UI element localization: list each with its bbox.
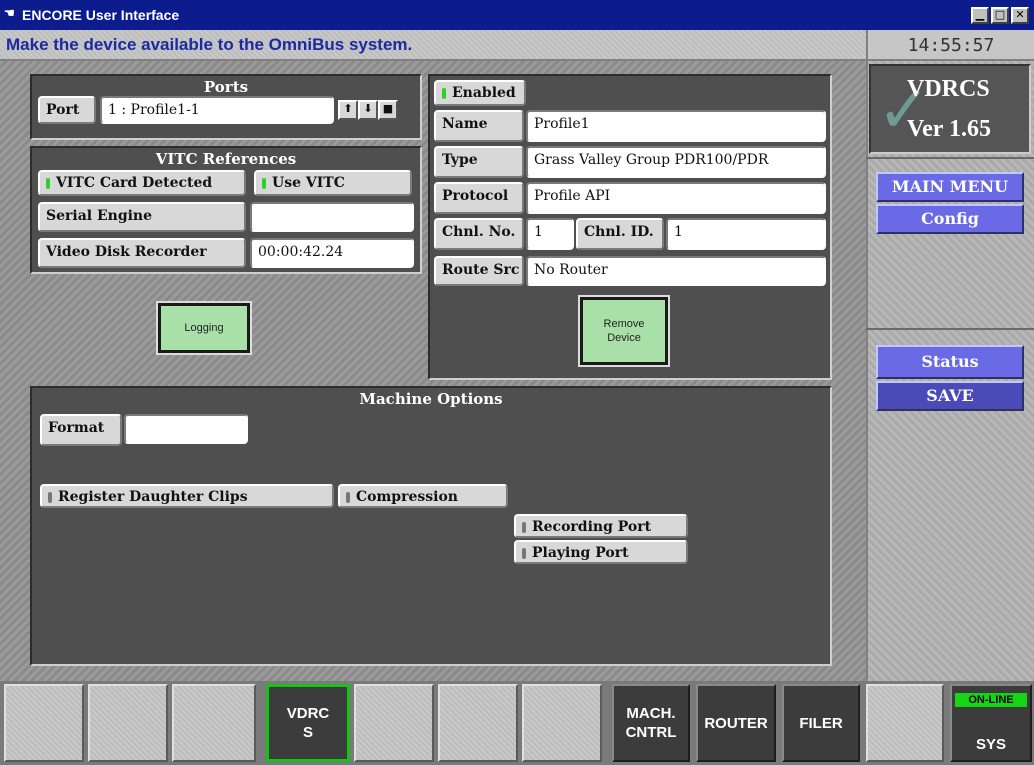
remove-device-button[interactable]: Remove Device — [578, 295, 670, 367]
online-status-badge: ON-LINE — [955, 693, 1027, 707]
type-field[interactable]: Grass Valley Group PDR100/PDR — [526, 146, 826, 178]
name-field[interactable]: Profile1 — [526, 110, 826, 142]
register-daughter-clips-toggle[interactable]: Register Daughter Clips — [40, 484, 334, 508]
maximize-icon[interactable]: □ — [991, 7, 1009, 24]
vdr-timecode-field[interactable]: 00:00:42.24 — [250, 238, 414, 268]
port-up-arrow-icon[interactable]: ⬆ — [338, 100, 358, 120]
machine-options-panel: Machine Options Format Register Daughter… — [30, 386, 832, 666]
port-label: Port — [38, 96, 96, 124]
vdrcs-button[interactable]: VDRC S — [266, 684, 350, 762]
chnl-id-field[interactable]: 1 — [666, 218, 826, 250]
serial-engine-label: Serial Engine — [38, 202, 246, 232]
window-title-bar[interactable]: ☚ ENCORE User Interface ▁ □ ✕ — [0, 0, 1034, 30]
vitc-title: VITC References — [155, 150, 297, 168]
app-icon: ☚ — [4, 6, 15, 20]
format-field[interactable] — [124, 414, 248, 444]
sidebar-divider — [866, 157, 1034, 159]
led-icon — [522, 548, 526, 559]
vdr-label: Video Disk Recorder — [38, 238, 246, 268]
enabled-toggle[interactable]: Enabled — [434, 80, 526, 106]
clock: 14:55:57 — [866, 30, 1034, 61]
led-icon — [48, 492, 52, 503]
toolbar-slot-empty[interactable] — [438, 684, 518, 762]
type-label: Type — [434, 146, 524, 178]
config-button[interactable]: Config — [876, 204, 1024, 234]
status-message-bar: Make the device available to the OmniBus… — [0, 30, 866, 61]
led-icon — [522, 522, 526, 533]
close-icon[interactable]: ✕ — [1011, 7, 1029, 24]
protocol-label: Protocol — [434, 182, 524, 214]
save-button[interactable]: SAVE — [876, 381, 1024, 411]
main-menu-button[interactable]: MAIN MENU — [876, 172, 1024, 202]
compression-toggle[interactable]: Compression — [338, 484, 508, 508]
chnl-no-field[interactable]: 1 — [526, 218, 574, 250]
port-stop-icon[interactable]: ■ — [378, 100, 398, 120]
ports-title: Ports — [203, 78, 249, 96]
minimize-icon[interactable]: ▁ — [971, 7, 989, 24]
serial-engine-field[interactable] — [250, 202, 414, 232]
logging-button[interactable]: Logging — [156, 301, 252, 355]
route-src-label: Route Src — [434, 256, 524, 286]
filer-button[interactable]: FILER — [782, 684, 860, 762]
toolbar-slot-empty[interactable] — [522, 684, 602, 762]
led-icon — [442, 88, 446, 99]
port-field[interactable]: 1 : Profile1-1 — [100, 96, 334, 124]
toolbar-slot-empty[interactable] — [4, 684, 84, 762]
vdrcs-logo: ✓ VDRCS Ver 1.65 — [869, 64, 1031, 154]
status-message: Make the device available to the OmniBus… — [6, 35, 413, 54]
use-vitc-toggle[interactable]: Use VITC — [254, 170, 412, 196]
route-src-field[interactable]: No Router — [526, 256, 826, 286]
led-icon — [346, 492, 350, 503]
led-icon — [46, 178, 50, 189]
recording-port-toggle[interactable]: Recording Port — [514, 514, 688, 538]
ports-panel: Ports Port 1 : Profile1-1 ⬆ ⬇ ■ — [30, 74, 422, 140]
playing-port-toggle[interactable]: Playing Port — [514, 540, 688, 564]
vitc-panel: VITC References VITC Card Detected Use V… — [30, 146, 422, 274]
window-title: ENCORE User Interface — [22, 7, 180, 23]
toolbar-slot-empty[interactable] — [866, 684, 944, 762]
chnl-no-label: Chnl. No. — [434, 218, 524, 250]
sidebar-divider — [866, 328, 1034, 330]
logo-title: VDRCS — [907, 76, 990, 102]
toolbar-slot-empty[interactable] — [354, 684, 434, 762]
protocol-field[interactable]: Profile API — [526, 182, 826, 214]
machine-options-title: Machine Options — [359, 390, 503, 408]
chnl-id-label: Chnl. ID. — [576, 218, 664, 250]
toolbar-slot-empty[interactable] — [88, 684, 168, 762]
machine-control-button[interactable]: MACH. CNTRL — [612, 684, 690, 762]
name-label: Name — [434, 110, 524, 142]
port-down-arrow-icon[interactable]: ⬇ — [358, 100, 378, 120]
router-button[interactable]: ROUTER — [696, 684, 776, 762]
vitc-card-detected-toggle[interactable]: VITC Card Detected — [38, 170, 246, 196]
toolbar-slot-empty[interactable] — [172, 684, 256, 762]
led-icon — [262, 178, 266, 189]
format-label: Format — [40, 414, 122, 446]
logo-version: Ver 1.65 — [907, 116, 991, 142]
status-button[interactable]: Status — [876, 345, 1024, 379]
